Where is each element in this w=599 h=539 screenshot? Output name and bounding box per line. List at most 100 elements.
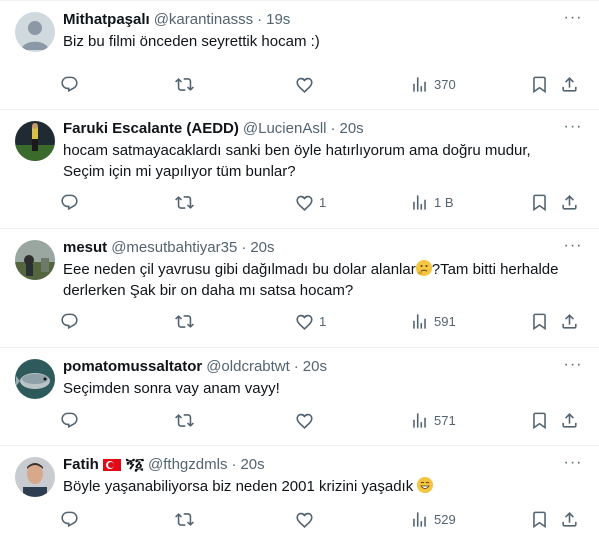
views-count: 571: [434, 412, 456, 428]
tweet-header: Mithatpaşalı @karantinasss · 19s: [63, 10, 559, 30]
more-icon[interactable]: ···: [563, 455, 583, 476]
like-button[interactable]: [295, 72, 319, 96]
tweet-text-segment: Eee neden çil yavrusu gibi dağılmadı bu …: [63, 261, 416, 278]
grin-emoji: [417, 477, 434, 493]
retweet-icon: [175, 512, 194, 526]
tweet-text: hocam satmayacaklardı sanki ben öyle hat…: [63, 140, 569, 182]
like-count: 1: [319, 313, 327, 329]
author-name[interactable]: pomatomussaltator: [63, 357, 202, 377]
share-icon: [562, 412, 577, 428]
tweet-item[interactable]: Fatih ኝ፩ @fthgzdmls · 20s ··· Böyle yaşa…: [0, 446, 599, 539]
views-count: 529: [434, 511, 456, 527]
like-button[interactable]: [295, 408, 319, 432]
reply-icon: [61, 76, 78, 92]
author-handle[interactable]: @mesutbahtiyar35: [111, 238, 237, 258]
tweet-text-line: Seçimden sonra vay anam vayy!: [63, 380, 280, 397]
avatar[interactable]: [15, 240, 55, 280]
author-name-suffix: ኝ፩: [125, 456, 145, 473]
like-count: 1: [319, 194, 327, 210]
views-icon: [413, 76, 426, 92]
views-button[interactable]: 571: [410, 408, 456, 432]
tweet-text: Böyle yaşanabiliyorsa biz neden 2001 kri…: [63, 476, 569, 497]
tweet-item[interactable]: mesut @mesutbahtiyar35 · 20s ··· Eee ned…: [0, 229, 599, 348]
avatar[interactable]: [15, 121, 55, 161]
separator-dot: ·: [231, 456, 237, 473]
retweet-icon: [175, 413, 194, 427]
retweet-button[interactable]: [175, 309, 194, 333]
author-name[interactable]: Fatih: [63, 455, 99, 475]
avatar[interactable]: [15, 12, 55, 52]
more-icon[interactable]: ···: [563, 238, 583, 259]
author-name[interactable]: Mithatpaşalı: [63, 10, 150, 30]
tweet-header: Fatih ኝ፩ @fthgzdmls · 20s: [63, 455, 559, 475]
more-icon[interactable]: ···: [563, 10, 583, 31]
share-button[interactable]: [560, 190, 579, 214]
share-button[interactable]: [560, 309, 579, 333]
bookmark-button[interactable]: [530, 507, 549, 531]
share-button[interactable]: [560, 507, 579, 531]
timestamp[interactable]: 20s: [240, 455, 264, 475]
retweet-button[interactable]: [175, 72, 194, 96]
retweet-button[interactable]: [175, 507, 194, 531]
action-bar: 370: [55, 72, 589, 96]
retweet-icon: [175, 314, 194, 328]
retweet-button[interactable]: [175, 190, 194, 214]
views-icon: [413, 412, 426, 428]
tweet-text-line: Eee neden çil yavrusu gibi dağılmadı bu …: [63, 259, 569, 280]
more-icon[interactable]: ···: [563, 119, 583, 140]
timestamp[interactable]: 20s: [340, 119, 364, 139]
tweet-header: pomatomussaltator @oldcrabtwt · 20s: [63, 357, 559, 377]
views-button[interactable]: 591: [410, 309, 456, 333]
author-name[interactable]: mesut: [63, 238, 107, 258]
bookmark-icon: [533, 76, 546, 93]
tweet-text-segment: Böyle yaşanabiliyorsa biz neden 2001 kri…: [63, 478, 414, 495]
views-button[interactable]: 1 B: [410, 190, 454, 214]
like-button[interactable]: 1: [295, 190, 326, 214]
reply-button[interactable]: [60, 190, 79, 214]
bookmark-icon: [533, 313, 546, 330]
tweet-text-segment: ?Tam bitti herhalde: [431, 261, 559, 278]
tweet-header: mesut @mesutbahtiyar35 · 20s: [63, 238, 559, 258]
tweet-text-line: Biz bu filmi önceden seyrettik hocam :): [63, 33, 320, 50]
author-handle[interactable]: @karantinasss: [154, 10, 253, 30]
views-button[interactable]: 529: [410, 507, 456, 531]
avatar[interactable]: [15, 457, 55, 497]
bookmark-icon: [533, 511, 546, 528]
retweet-icon: [175, 77, 194, 91]
timestamp[interactable]: 19s: [266, 10, 290, 30]
author-handle[interactable]: @LucienAsll: [243, 119, 327, 139]
bookmark-button[interactable]: [530, 72, 549, 96]
like-button[interactable]: [295, 507, 319, 531]
views-button[interactable]: 370: [410, 72, 456, 96]
tweet-item[interactable]: Mithatpaşalı @karantinasss · 19s ··· Biz…: [0, 0, 599, 110]
turkey-flag: [102, 459, 121, 471]
tweet-item[interactable]: pomatomussaltator @oldcrabtwt · 20s ··· …: [0, 348, 599, 446]
share-button[interactable]: [560, 72, 579, 96]
thinking-emoji: [415, 260, 432, 276]
tweet-item[interactable]: Faruki Escalante (AEDD) @LucienAsll · 20…: [0, 110, 599, 229]
author-name[interactable]: Faruki Escalante (AEDD): [63, 119, 239, 139]
bookmark-button[interactable]: [530, 309, 549, 333]
share-icon: [562, 194, 577, 210]
views-count: 370: [434, 76, 456, 92]
retweet-button[interactable]: [175, 408, 194, 432]
reply-button[interactable]: [60, 408, 79, 432]
bookmark-button[interactable]: [530, 190, 549, 214]
author-handle[interactable]: @oldcrabtwt: [206, 357, 290, 377]
more-icon[interactable]: ···: [563, 357, 583, 378]
avatar[interactable]: [15, 359, 55, 399]
timestamp[interactable]: 20s: [303, 357, 327, 377]
like-button[interactable]: 1: [295, 309, 326, 333]
reply-button[interactable]: [60, 507, 79, 531]
author-handle[interactable]: @fthgzdmls: [148, 455, 227, 475]
separator-dot: ·: [293, 358, 299, 375]
reply-button[interactable]: [60, 309, 79, 333]
share-icon: [562, 313, 577, 329]
bookmark-button[interactable]: [530, 408, 549, 432]
share-button[interactable]: [560, 408, 579, 432]
action-bar: 571: [55, 408, 589, 432]
reply-button[interactable]: [60, 72, 79, 96]
like-icon: [296, 512, 313, 528]
timestamp[interactable]: 20s: [250, 238, 274, 258]
tweet-text: Eee neden çil yavrusu gibi dağılmadı bu …: [63, 259, 569, 301]
